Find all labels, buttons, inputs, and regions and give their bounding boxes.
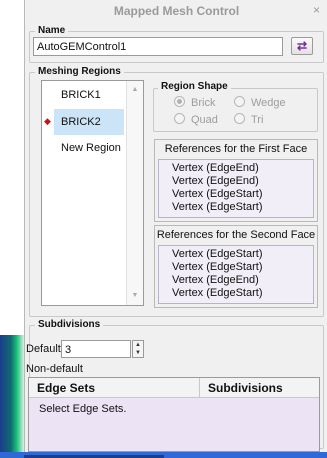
title-bar[interactable]: Mapped Mesh Control × [25, 0, 327, 22]
name-field[interactable]: AutoGEMControl1 [33, 37, 283, 56]
table-placeholder: Select Edge Sets. [39, 403, 127, 415]
radio-wedge[interactable]: Wedge [234, 96, 286, 109]
non-default-label: Non-default [26, 363, 83, 375]
radio-label: Brick [191, 97, 216, 109]
radio-tri[interactable]: Tri [234, 113, 263, 126]
edge-sets-table[interactable]: Edge Sets Subdivisions Select Edge Sets. [28, 377, 320, 452]
meshing-regions-legend: Meshing Regions [35, 66, 124, 77]
edge-sets-table-body[interactable]: Select Edge Sets. [29, 398, 319, 451]
list-item[interactable]: Vertex (EdgeStart) [172, 201, 263, 213]
first-face-reference-list[interactable]: Vertex (EdgeEnd) Vertex (EdgeEnd) Vertex… [158, 159, 314, 218]
selection-arrows-icon: ⇄ [296, 39, 308, 53]
list-item-new-region[interactable]: New Region [54, 135, 124, 161]
default-label: Default [26, 343, 61, 355]
regions-list-scrollbar[interactable]: ▲ ▼ [126, 81, 143, 305]
radio-button-icon [234, 113, 245, 124]
radio-button-icon [174, 96, 185, 107]
radio-label: Tri [251, 114, 264, 126]
column-header-edge-sets[interactable]: Edge Sets [29, 378, 199, 398]
list-item-brick2[interactable]: BRICK2 [54, 109, 124, 135]
default-subdivisions-field[interactable]: 3 [61, 340, 131, 358]
radio-label: Quad [191, 114, 218, 126]
list-item-label: BRICK1 [61, 89, 101, 101]
radio-brick[interactable]: Brick [174, 96, 215, 109]
active-region-marker-icon: ◆ [44, 116, 51, 126]
regions-list[interactable]: BRICK1 BRICK2 ◆ New Region ▲ ▼ [41, 80, 144, 306]
scroll-down-icon[interactable]: ▼ [127, 289, 143, 303]
name-legend: Name [35, 25, 69, 36]
list-item[interactable]: Vertex (EdgeEnd) [172, 175, 259, 187]
column-header-subdivisions[interactable]: Subdivisions [199, 378, 319, 398]
radio-quad[interactable]: Quad [174, 113, 218, 126]
radio-label: Wedge [251, 97, 286, 109]
list-item[interactable]: Vertex (EdgeStart) [172, 188, 263, 200]
first-face-heading: References for the First Face [164, 143, 308, 155]
second-face-references-panel: References for the Second Face Vertex (E… [154, 225, 318, 308]
spin-down-icon[interactable]: ▼ [133, 349, 143, 357]
default-subdivisions-stepper[interactable]: ▲ ▼ [132, 340, 144, 358]
list-item[interactable]: Vertex (EdgeStart) [172, 287, 263, 299]
list-item[interactable]: Vertex (EdgeStart) [172, 248, 263, 260]
list-item-label: BRICK2 [61, 116, 101, 128]
list-item-label: New Region [61, 142, 121, 154]
radio-button-icon [234, 96, 245, 107]
list-item-brick1[interactable]: BRICK1 [54, 82, 124, 108]
first-face-references-panel: References for the First Face Vertex (Ed… [154, 139, 318, 222]
close-icon[interactable]: × [313, 3, 320, 17]
region-shape-legend: Region Shape [158, 81, 231, 92]
scroll-up-icon[interactable]: ▲ [127, 83, 143, 97]
list-item[interactable]: Vertex (EdgeStart) [172, 261, 263, 273]
list-item[interactable]: Vertex (EdgeEnd) [172, 162, 259, 174]
mapped-mesh-control-dialog: Mapped Mesh Control × Name AutoGEMContro… [24, 0, 327, 452]
list-item[interactable]: Vertex (EdgeEnd) [172, 274, 259, 286]
radio-button-icon [174, 113, 185, 124]
second-face-heading: References for the Second Face [156, 229, 316, 241]
dialog-title: Mapped Mesh Control [113, 4, 240, 18]
background-model-view [0, 335, 24, 458]
second-face-reference-list[interactable]: Vertex (EdgeStart) Vertex (EdgeStart) Ve… [158, 245, 314, 304]
select-button[interactable]: ⇄ [291, 37, 313, 55]
spin-up-icon[interactable]: ▲ [133, 341, 143, 349]
subdivisions-legend: Subdivisions [35, 319, 104, 330]
